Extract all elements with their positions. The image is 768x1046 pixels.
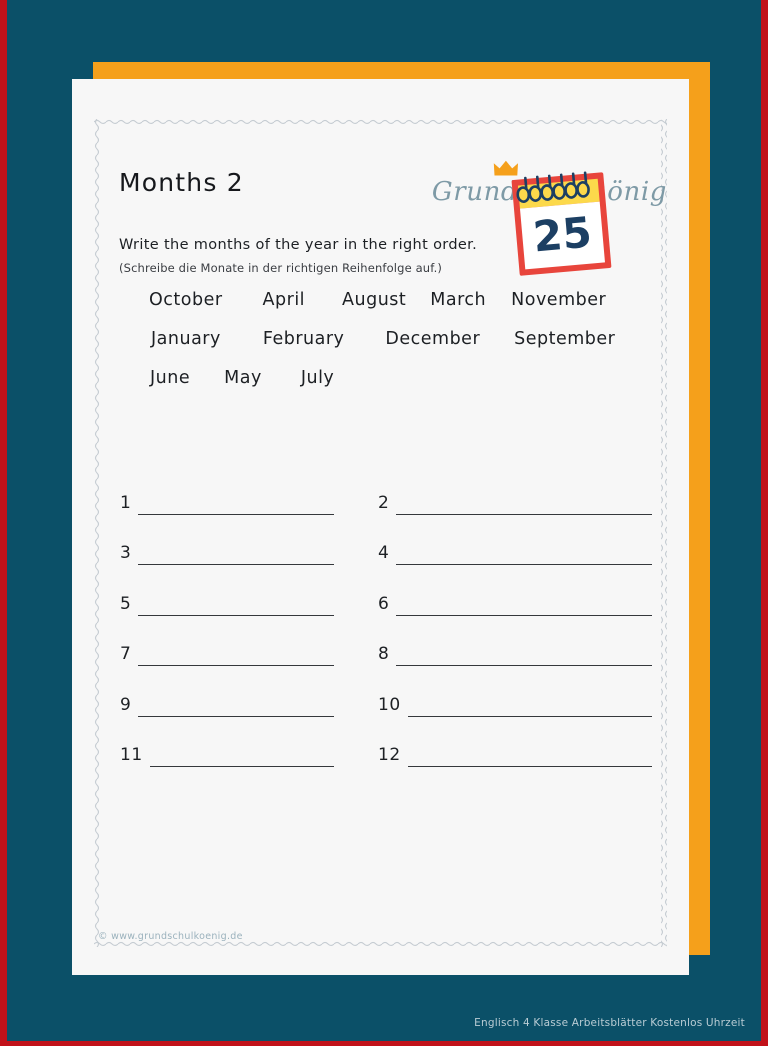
answer-lines: 1 2 3 4 5 6 7 8 9 10 11 12 (120, 464, 665, 767)
answer-write-line[interactable] (407, 697, 652, 717)
answer-write-line[interactable] (138, 646, 334, 666)
answer-slot[interactable]: 1 (120, 464, 378, 515)
answer-slot[interactable]: 12 (378, 717, 665, 767)
answer-write-line[interactable] (138, 596, 334, 616)
answer-row: 9 10 (120, 666, 665, 717)
answer-row: 5 6 (120, 565, 665, 616)
calendar-icon: 25 (504, 152, 619, 286)
word-bank-row: June May July (132, 368, 642, 407)
answer-slot[interactable]: 9 (120, 666, 378, 717)
answer-number: 11 (120, 745, 143, 765)
answer-slot[interactable]: 5 (120, 565, 378, 616)
word-bank-item: October (149, 290, 223, 310)
answer-write-line[interactable] (396, 495, 652, 515)
instruction-english: Write the months of the year in the righ… (119, 237, 478, 253)
answer-number: 10 (378, 694, 401, 715)
word-bank-item: February (262, 329, 345, 349)
word-bank-item: September (514, 329, 616, 349)
answer-slot[interactable]: 10 (378, 666, 665, 717)
screenshot-canvas: Grundschulkönig Months 2 Write the month… (0, 0, 768, 1046)
answer-row: 7 8 (120, 616, 665, 666)
answer-write-line[interactable] (138, 545, 334, 565)
word-bank-item: May (224, 368, 262, 388)
instruction-german: (Schreibe die Monate in der richtigen Re… (119, 261, 443, 275)
word-bank-item: January (151, 329, 221, 349)
page-title: Months 2 (119, 168, 244, 197)
word-bank-item: July (300, 368, 335, 388)
word-bank-item: April (262, 290, 306, 310)
word-bank-item: December (385, 329, 481, 349)
answer-slot[interactable]: 2 (378, 464, 665, 515)
answer-number: 2 (378, 492, 390, 513)
answer-write-line[interactable] (396, 545, 652, 565)
word-bank-item: November (511, 290, 607, 310)
word-bank-row: October April August March November (132, 290, 642, 329)
answer-write-line[interactable] (407, 747, 652, 767)
answer-write-line[interactable] (138, 697, 334, 717)
answer-number: 7 (120, 644, 132, 664)
word-bank: October April August March November Janu… (132, 290, 642, 407)
answer-number: 9 (120, 694, 132, 715)
answer-write-line[interactable] (149, 747, 334, 767)
answer-number: 4 (378, 543, 390, 563)
calendar-day-number: 25 (531, 208, 594, 262)
answer-number: 3 (120, 543, 132, 563)
answer-write-line[interactable] (138, 495, 334, 515)
answer-write-line[interactable] (396, 646, 652, 666)
answer-row: 1 2 (120, 464, 665, 515)
copyright-footer: © www.grundschulkoenig.de (98, 931, 243, 942)
word-bank-row: January February December September (132, 329, 642, 368)
answer-row: 3 4 (120, 515, 665, 565)
answer-number: 8 (378, 644, 390, 664)
worksheet-paper: Grundschulkönig Months 2 Write the month… (72, 79, 689, 975)
answer-number: 1 (120, 492, 132, 513)
answer-number: 12 (378, 745, 401, 765)
word-bank-item: March (430, 290, 487, 310)
answer-slot[interactable]: 4 (378, 515, 665, 565)
answer-slot[interactable]: 11 (120, 717, 378, 767)
answer-slot[interactable]: 8 (378, 616, 665, 666)
bottom-caption: Englisch 4 Klasse Arbeitsblätter Kostenl… (474, 1017, 745, 1029)
answer-number: 5 (120, 593, 132, 614)
word-bank-item: August (342, 290, 407, 310)
answer-slot[interactable]: 7 (120, 616, 378, 666)
answer-write-line[interactable] (396, 596, 652, 616)
answer-slot[interactable]: 3 (120, 515, 378, 565)
answer-row: 11 12 (120, 717, 665, 767)
answer-slot[interactable]: 6 (378, 565, 665, 616)
answer-number: 6 (378, 593, 390, 614)
word-bank-item: June (150, 368, 191, 388)
